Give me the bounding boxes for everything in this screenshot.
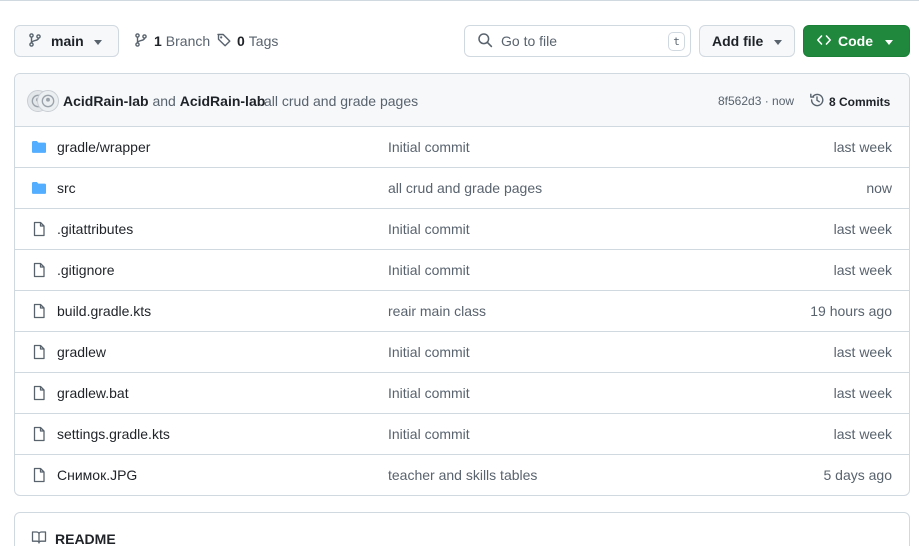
code-label: Code xyxy=(838,33,873,49)
commit-author-link[interactable]: AcidRain-lab xyxy=(180,93,266,109)
chevron-down-icon xyxy=(885,40,893,45)
file-name-link[interactable]: gradlew xyxy=(57,344,106,360)
readme-tab[interactable]: README xyxy=(31,529,116,546)
file-commit-message-link[interactable]: teacher and skills tables xyxy=(388,467,537,483)
file-icon xyxy=(31,426,47,445)
file-commit-message-link[interactable]: Initial commit xyxy=(388,262,470,278)
keyboard-shortcut-hint: t xyxy=(668,32,685,51)
folder-icon xyxy=(31,180,47,199)
git-branch-icon xyxy=(133,32,154,51)
file-icon xyxy=(31,221,47,240)
file-commit-date: last week xyxy=(833,344,892,360)
file-commit-date: last week xyxy=(833,385,892,401)
file-browser: AcidRain-lab and AcidRain-lab all crud a… xyxy=(14,73,910,496)
chevron-down-icon xyxy=(94,40,102,45)
file-commit-message-link[interactable]: Initial commit xyxy=(388,426,470,442)
code-icon xyxy=(816,32,832,51)
table-row[interactable]: gradle/wrapper Initial commit last week xyxy=(15,127,909,168)
file-name-link[interactable]: gradlew.bat xyxy=(57,385,129,401)
history-icon xyxy=(809,92,829,111)
file-name-link[interactable]: src xyxy=(57,180,76,196)
file-commit-date: 5 days ago xyxy=(823,467,893,483)
file-icon xyxy=(31,344,47,363)
search-icon xyxy=(477,32,493,51)
go-to-file-input[interactable] xyxy=(501,33,661,49)
commit-author-link[interactable]: AcidRain-lab xyxy=(63,93,149,109)
top-divider xyxy=(0,0,919,1)
git-branch-icon xyxy=(27,32,43,51)
folder-icon xyxy=(31,139,47,158)
latest-commit-message[interactable]: all crud and grade pages xyxy=(264,93,418,109)
file-commit-date: last week xyxy=(833,262,892,278)
file-name-link[interactable]: Снимок.JPG xyxy=(57,467,137,483)
readme-label: README xyxy=(55,530,116,546)
table-row[interactable]: .gitignore Initial commit last week xyxy=(15,250,909,291)
readme-panel: README xyxy=(14,512,910,546)
branch-name: main xyxy=(51,33,84,49)
file-name-link[interactable]: build.gradle.kts xyxy=(57,303,151,319)
tag-icon xyxy=(216,32,237,51)
commit-sha-time[interactable]: 8f562d3 · now xyxy=(718,94,794,108)
file-icon xyxy=(31,262,47,281)
file-name-link[interactable]: .gitattributes xyxy=(57,221,133,237)
file-icon xyxy=(31,385,47,404)
repo-toolbar: main 1 Branch 0 Tags t Add file Code xyxy=(0,25,919,57)
file-commit-date: last week xyxy=(833,221,892,237)
chevron-down-icon xyxy=(774,40,782,45)
table-row[interactable]: src all crud and grade pages now xyxy=(15,168,909,209)
avatar[interactable] xyxy=(37,90,59,112)
file-name-link[interactable]: .gitignore xyxy=(57,262,115,278)
go-to-file-search[interactable]: t xyxy=(464,25,691,57)
book-icon xyxy=(31,529,55,546)
author-joiner: and xyxy=(152,93,176,109)
code-button[interactable]: Code xyxy=(803,25,910,57)
tag-count-label: Tags xyxy=(248,33,279,49)
table-row[interactable]: .gitattributes Initial commit last week xyxy=(15,209,909,250)
commits-history-link[interactable]: 8 Commits xyxy=(809,92,890,111)
table-row[interactable]: gradlew Initial commit last week xyxy=(15,332,909,373)
file-commit-message-link[interactable]: Initial commit xyxy=(388,385,470,401)
author-avatars[interactable] xyxy=(27,90,59,112)
file-commit-date: last week xyxy=(833,139,892,155)
branch-count-label: Branch xyxy=(165,33,211,49)
file-name-link[interactable]: gradle/wrapper xyxy=(57,139,150,155)
tags-link[interactable]: 0 Tags xyxy=(216,25,278,57)
file-commit-date: last week xyxy=(833,426,892,442)
tag-count: 0 xyxy=(237,33,245,49)
table-row[interactable]: Снимок.JPG teacher and skills tables 5 day… xyxy=(15,455,909,495)
file-icon xyxy=(31,303,47,322)
add-file-button[interactable]: Add file xyxy=(699,25,795,57)
add-file-label: Add file xyxy=(712,33,764,49)
table-row[interactable]: gradlew.bat Initial commit last week xyxy=(15,373,909,414)
file-commit-message-link[interactable]: Initial commit xyxy=(388,221,470,237)
branch-count: 1 xyxy=(154,33,162,49)
commit-authors: AcidRain-lab and AcidRain-lab xyxy=(63,93,265,109)
file-commit-date: now xyxy=(866,180,892,196)
latest-commit-bar: AcidRain-lab and AcidRain-lab all crud a… xyxy=(15,74,909,127)
file-name-link[interactable]: settings.gradle.kts xyxy=(57,426,170,442)
table-row[interactable]: build.gradle.kts reair main class 19 hours… xyxy=(15,291,909,332)
branches-link[interactable]: 1 Branch xyxy=(133,25,210,57)
file-list: gradle/wrapper Initial commit last week src… xyxy=(15,127,909,495)
table-row[interactable]: settings.gradle.kts Initial commit last we… xyxy=(15,414,909,455)
file-icon xyxy=(31,467,47,486)
file-commit-message-link[interactable]: reair main class xyxy=(388,303,486,319)
file-commit-message-link[interactable]: Initial commit xyxy=(388,139,470,155)
branch-selector-button[interactable]: main xyxy=(14,25,119,57)
commits-count-label: 8 Commits xyxy=(829,94,891,109)
file-commit-date: 19 hours ago xyxy=(810,303,892,319)
file-commit-message-link[interactable]: Initial commit xyxy=(388,344,470,360)
file-commit-message-link[interactable]: all crud and grade pages xyxy=(388,180,542,196)
